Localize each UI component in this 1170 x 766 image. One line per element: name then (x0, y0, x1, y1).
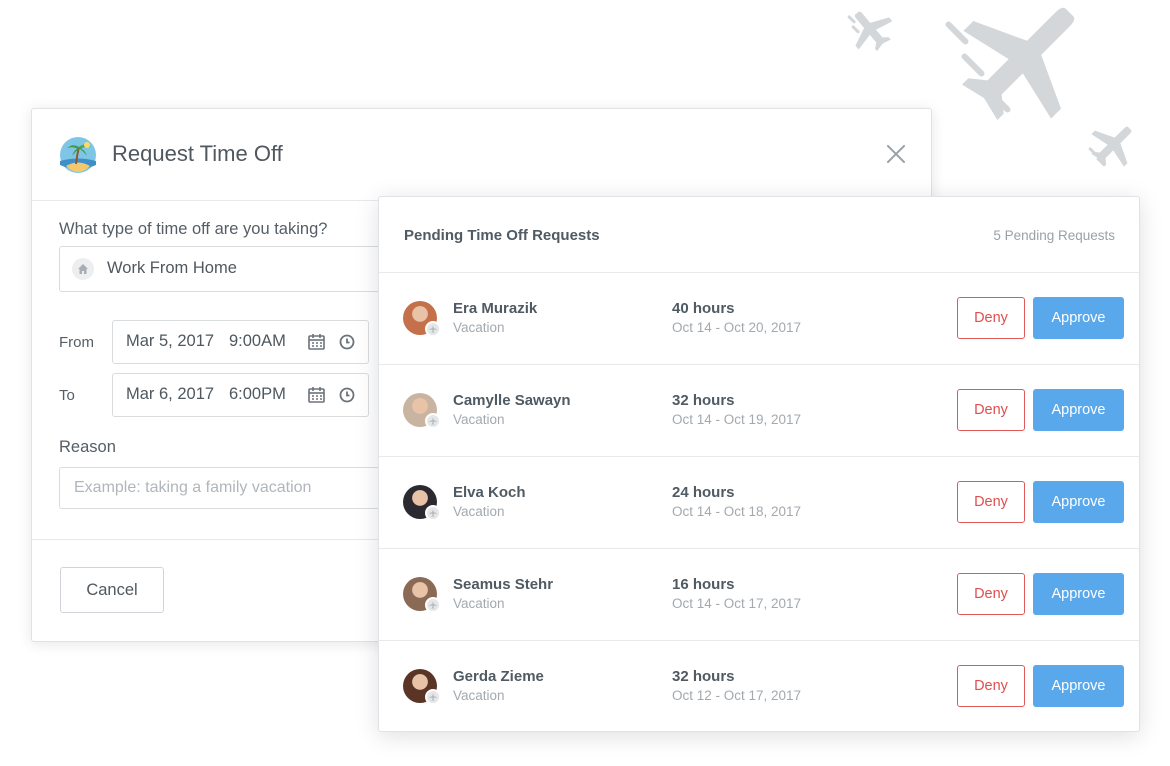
request-dates: Oct 12 - Oct 17, 2017 (672, 688, 802, 703)
employee-name: Gerda Zieme (453, 668, 544, 685)
from-label: From (59, 334, 94, 351)
to-date: Mar 6, 2017 (126, 385, 215, 403)
request-type: Vacation (453, 320, 505, 335)
plane-icon (928, 0, 1098, 135)
to-datetime-field[interactable]: Mar 6, 2017 6:00PM (112, 373, 369, 417)
calendar-icon[interactable] (308, 386, 325, 408)
approve-button[interactable]: Approve (1033, 481, 1124, 523)
clock-icon[interactable] (339, 334, 355, 355)
plane-icon (1084, 120, 1142, 172)
time-off-type-value: Work From Home (107, 259, 237, 277)
plane-icon (425, 597, 441, 613)
dialog-header: Request Time Off (32, 109, 931, 201)
from-date: Mar 5, 2017 (126, 332, 215, 350)
request-hours: 40 hours (672, 300, 735, 317)
cancel-button[interactable]: Cancel (60, 567, 164, 613)
to-label: To (59, 387, 75, 404)
employee-name: Elva Koch (453, 484, 526, 501)
request-row: Camylle Sawayn Vacation 32 hours Oct 14 … (379, 365, 1139, 457)
plane-icon (845, 6, 897, 54)
time-off-type-label: What type of time off are you taking? (59, 220, 328, 238)
employee-name: Era Murazik (453, 300, 538, 317)
home-icon (72, 258, 94, 280)
request-hours: 32 hours (672, 668, 735, 685)
plane-icon (425, 413, 441, 429)
deny-button[interactable]: Deny (957, 573, 1025, 615)
deny-button[interactable]: Deny (957, 297, 1025, 339)
deny-button[interactable]: Deny (957, 665, 1025, 707)
plane-icon (425, 689, 441, 705)
deny-button[interactable]: Deny (957, 481, 1025, 523)
reason-label: Reason (59, 438, 116, 456)
request-row: Era Murazik Vacation 40 hours Oct 14 - O… (379, 273, 1139, 365)
plane-icon (425, 321, 441, 337)
request-dates: Oct 14 - Oct 17, 2017 (672, 596, 802, 611)
to-time: 6:00PM (229, 385, 286, 403)
request-dates: Oct 14 - Oct 19, 2017 (672, 412, 802, 427)
calendar-icon[interactable] (308, 333, 325, 355)
request-dates: Oct 14 - Oct 18, 2017 (672, 504, 802, 519)
panel-title: Pending Time Off Requests (404, 227, 600, 244)
request-type: Vacation (453, 504, 505, 519)
pending-requests-panel: Pending Time Off Requests 5 Pending Requ… (378, 196, 1140, 732)
request-row: Seamus Stehr Vacation 16 hours Oct 14 - … (379, 549, 1139, 641)
panel-header: Pending Time Off Requests 5 Pending Requ… (379, 197, 1139, 273)
dialog-title: Request Time Off (112, 141, 283, 166)
plane-icon (425, 505, 441, 521)
request-type: Vacation (453, 412, 505, 427)
employee-name: Seamus Stehr (453, 576, 554, 593)
employee-name: Camylle Sawayn (453, 392, 571, 409)
request-type: Vacation (453, 596, 505, 611)
approve-button[interactable]: Approve (1033, 665, 1124, 707)
reason-input[interactable] (59, 467, 399, 509)
from-datetime-field[interactable]: Mar 5, 2017 9:00AM (112, 320, 369, 364)
clock-icon[interactable] (339, 387, 355, 408)
approve-button[interactable]: Approve (1033, 573, 1124, 615)
beach-palm-icon (60, 137, 96, 173)
close-icon[interactable] (885, 143, 907, 165)
request-dates: Oct 14 - Oct 20, 2017 (672, 320, 802, 335)
request-hours: 24 hours (672, 484, 735, 501)
request-row: Gerda Zieme Vacation 32 hours Oct 12 - O… (379, 641, 1139, 732)
deny-button[interactable]: Deny (957, 389, 1025, 431)
pending-count: 5 Pending Requests (993, 228, 1115, 243)
request-row: Elva Koch Vacation 24 hours Oct 14 - Oct… (379, 457, 1139, 549)
approve-button[interactable]: Approve (1033, 297, 1124, 339)
request-type: Vacation (453, 688, 505, 703)
request-hours: 32 hours (672, 392, 735, 409)
request-hours: 16 hours (672, 576, 735, 593)
request-list: Era Murazik Vacation 40 hours Oct 14 - O… (379, 273, 1139, 732)
approve-button[interactable]: Approve (1033, 389, 1124, 431)
time-off-type-select[interactable]: Work From Home (59, 246, 400, 292)
from-time: 9:00AM (229, 332, 286, 350)
